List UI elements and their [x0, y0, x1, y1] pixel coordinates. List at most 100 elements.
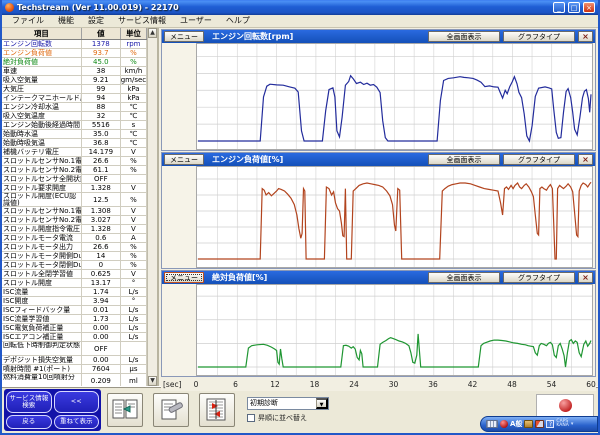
title-bar: Techstream (Ver 11.00.019) - 22170 _ □ × [2, 0, 598, 15]
table-row[interactable]: スロットルセンサ全開状態OFF [2, 175, 147, 184]
cell-value: 38 [82, 67, 121, 75]
table-row[interactable]: 車速38km/h [2, 67, 147, 76]
chart-menu-button[interactable]: メニュー [164, 31, 204, 42]
table-row[interactable]: ISC電気負荷補正量0.00L/s [2, 324, 147, 333]
table-row[interactable]: スロットル開度(ECU認識値)12.5% [2, 193, 147, 207]
table-row[interactable]: ISCエアコン補正量0.00L/s [2, 333, 147, 342]
chart-title: 絶対負荷値[%] [212, 272, 425, 283]
fullscreen-button[interactable]: 全画面表示 [428, 272, 500, 283]
table-row[interactable]: 大気圧99kPa [2, 85, 147, 94]
table-row[interactable]: スロットルモータ閉側Duty比0% [2, 261, 147, 270]
menu-help[interactable]: ヘルプ [219, 15, 257, 27]
table-row[interactable]: 燃料消費量10回噴射分0.209ml [2, 374, 147, 386]
ime-minimize-icon[interactable]: ▾ [571, 421, 574, 427]
kana-label: KANA [556, 424, 568, 429]
table-row[interactable]: 回転低下時制御判定状態OFF [2, 342, 147, 356]
ime-mode-label[interactable]: A般 [510, 419, 522, 429]
close-button[interactable]: × [583, 2, 595, 13]
table-row[interactable]: スロットル開度13.17° [2, 279, 147, 288]
scroll-down-icon[interactable]: ▼ [148, 376, 157, 386]
table-row[interactable]: スロットル全閉学習値0.625V [2, 270, 147, 279]
cell-value: 94 [82, 94, 121, 102]
cell-unit: ℃ [121, 112, 147, 120]
table-row[interactable]: 始動時水温35.0℃ [2, 130, 147, 139]
table-row[interactable]: 始動時吸気温36.8℃ [2, 139, 147, 148]
sort-order-icon[interactable] [199, 393, 235, 427]
graph-type-button[interactable]: グラフタイプ [503, 154, 575, 165]
sort-ascending-checkbox[interactable] [247, 414, 255, 422]
cell-value: 35.0 [82, 130, 121, 138]
table-row[interactable]: 噴射時間 #1(ポート)7604μs [2, 365, 147, 374]
dropdown-arrow-icon[interactable]: ▼ [316, 398, 328, 409]
cell-value: 1.328 [82, 225, 121, 233]
cell-value: 9.21 [82, 76, 121, 84]
table-scrollbar[interactable]: ▲ ▼ [147, 28, 157, 386]
overlay-display-button[interactable]: 重ねて表示 [54, 415, 100, 430]
cell-value: 0.00 [82, 356, 121, 364]
ime-brush-icon[interactable] [535, 420, 544, 428]
service-info-search-button[interactable]: サービス情報検索 [6, 391, 52, 413]
table-row[interactable]: 補機バッテリ電圧14.179V [2, 148, 147, 157]
chart-menu-button[interactable]: メニュー [164, 154, 204, 165]
ime-help-icon[interactable]: ? [546, 420, 554, 428]
table-row[interactable]: スロットルセンサNo.1電圧比26.6% [2, 157, 147, 166]
menu-file[interactable]: ファイル [5, 15, 51, 27]
cell-value: 88 [82, 103, 121, 111]
table-row[interactable]: 吸入空気量9.21gm/sec [2, 76, 147, 85]
menu-user[interactable]: ユーザー [173, 15, 219, 27]
table-row[interactable]: スロットル要求開度1.328V [2, 184, 147, 193]
table-row[interactable]: エンジン始動後経過時間5516s [2, 121, 147, 130]
time-axis: [sec] 06121824303642485460 [161, 378, 596, 391]
table-row[interactable]: スロットル開度指令電圧1.328V [2, 225, 147, 234]
keyboard-icon[interactable] [486, 420, 498, 428]
chart-close-icon[interactable]: × [578, 272, 593, 283]
chart-close-icon[interactable]: × [578, 154, 593, 165]
table-row[interactable]: スロットルモータ電流0.6A [2, 234, 147, 243]
graph-type-button[interactable]: グラフタイプ [503, 272, 575, 283]
menu-service-info[interactable]: サービス情報 [111, 15, 173, 27]
table-row[interactable]: 吸入空気温度32℃ [2, 112, 147, 121]
table-row[interactable]: スロットルモータ開側Duty比14% [2, 252, 147, 261]
table-row[interactable]: ISC流量1.74L/s [2, 288, 147, 297]
ime-pad-icon[interactable] [524, 420, 533, 428]
record-edit-icon[interactable] [153, 393, 189, 427]
ime-caps-kana[interactable]: CAPS KANA [556, 420, 568, 429]
diagnosis-mode-dropdown[interactable]: 初期診断 ▼ [247, 397, 329, 410]
table-row[interactable]: ISCフィードバック量0.01L/s [2, 306, 147, 315]
cell-label: 回転低下時制御判定状態 [2, 342, 82, 355]
graph-type-button[interactable]: グラフタイプ [503, 31, 575, 42]
cell-label: ISC流量 [2, 288, 82, 296]
maximize-button[interactable]: □ [568, 2, 580, 13]
cell-label: スロットルセンサNo.2電圧 [2, 216, 82, 224]
cell-unit [121, 342, 147, 355]
return-button[interactable]: 戻る [6, 415, 52, 430]
chart-menu-button[interactable]: メニュー [164, 272, 204, 283]
cell-unit: V [121, 184, 147, 192]
scrollbar-track[interactable] [148, 38, 157, 376]
menu-settings[interactable]: 設定 [81, 15, 111, 27]
cell-unit: % [121, 166, 147, 174]
chart-close-icon[interactable]: × [578, 31, 593, 42]
menu-function[interactable]: 機能 [51, 15, 81, 27]
minimize-button[interactable]: _ [553, 2, 565, 13]
table-row[interactable]: スロットルセンサNo.2電圧3.027V [2, 216, 147, 225]
chart-panel-engine-rpm: メニュー エンジン回転数[rpm] 全画面表示 グラフタイプ × 0500100… [161, 29, 596, 151]
table-row[interactable]: スロットルモータ出力26.6% [2, 243, 147, 252]
table-row[interactable]: ISC開度3.94° [2, 297, 147, 306]
table-row[interactable]: エンジン負荷値93.7% [2, 49, 147, 58]
fullscreen-button[interactable]: 全画面表示 [428, 154, 500, 165]
table-row[interactable]: スロットルセンサNo.2電圧比61.1% [2, 166, 147, 175]
table-row[interactable]: デポジット損失空気量0.00L/s [2, 356, 147, 365]
table-row[interactable]: ISC流量学習値1.73L/s [2, 315, 147, 324]
fullscreen-button[interactable]: 全画面表示 [428, 31, 500, 42]
chart-panel-absolute-load: メニュー 絶対負荷値[%] 全画面表示 グラフタイプ × 050100150 [161, 270, 596, 377]
table-row[interactable]: インテークマニホールド圧94kPa [2, 94, 147, 103]
compare-lists-icon[interactable] [107, 393, 143, 427]
table-row[interactable]: エンジン回転数1378rpm [2, 40, 147, 49]
table-row[interactable]: 絶対負荷値45.0% [2, 58, 147, 67]
ime-tool-icon[interactable] [500, 420, 508, 428]
scroll-up-icon[interactable]: ▲ [148, 28, 157, 38]
table-row[interactable]: スロットルセンサNo.1電圧1.308V [2, 207, 147, 216]
back-double-button[interactable]: << [54, 391, 100, 413]
table-row[interactable]: エンジン冷却水温88℃ [2, 103, 147, 112]
